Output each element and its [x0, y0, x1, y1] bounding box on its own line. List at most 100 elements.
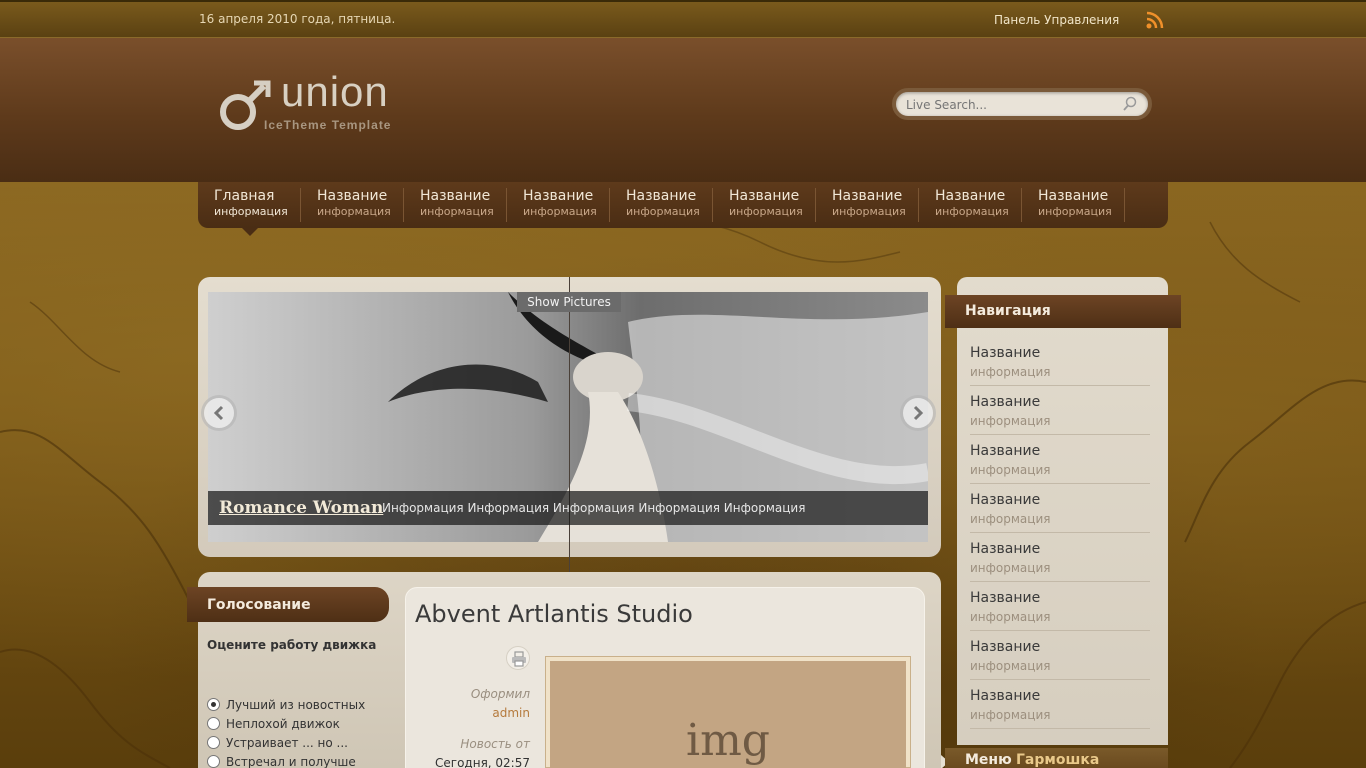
radio[interactable] — [207, 717, 220, 730]
nav-item-title: Название — [317, 188, 388, 204]
sidebar-item[interactable]: Название информация — [970, 485, 1150, 533]
sidebar-item[interactable]: Название информация — [970, 338, 1150, 386]
nav-item-sub: информация — [935, 205, 1009, 218]
nav-item-title: Название — [523, 188, 594, 204]
poll-option[interactable]: Неплохой движок — [207, 717, 340, 731]
menu-title-b: Гармошка — [1016, 752, 1100, 768]
nav-item-sub: информация — [832, 205, 906, 218]
poll-option-label: Неплохой движок — [226, 717, 340, 731]
search-icon[interactable] — [1122, 96, 1138, 112]
sidebar-item-sub: информация — [970, 561, 1051, 575]
nav-item[interactable]: Название информация — [729, 188, 816, 222]
nav-item-title: Название — [1038, 188, 1109, 204]
author-label: Оформил — [470, 687, 530, 701]
sidebar-item-sub: информация — [970, 659, 1051, 673]
active-nav-indicator — [242, 228, 258, 236]
nav-item-sub: информация — [1038, 205, 1112, 218]
radio[interactable] — [207, 736, 220, 749]
nav-item[interactable]: Название информация — [832, 188, 919, 222]
live-search — [892, 88, 1152, 120]
control-panel-link[interactable]: Панель Управления — [994, 13, 1119, 27]
poll-option[interactable]: Лучший из новостных — [207, 698, 365, 712]
sidebar-item-sub: информация — [970, 708, 1051, 722]
show-pictures-button[interactable]: Show Pictures — [517, 292, 621, 312]
sidebar-item-title: Название — [970, 590, 1041, 606]
nav-item-sub: информация — [214, 205, 288, 218]
sidebar-item-sub: информация — [970, 512, 1051, 526]
date-label: Новость от — [460, 737, 530, 751]
sidebar-title: Навигация — [965, 303, 1051, 319]
logo-subtitle: IceTheme Template — [264, 118, 392, 132]
poll-option-label: Устраивает ... но ... — [226, 736, 348, 750]
poll-title: Голосование — [207, 597, 311, 613]
nav-item[interactable]: Название информация — [626, 188, 713, 222]
poll-question: Оцените работу движка — [207, 638, 377, 652]
nav-item-title: Главная — [214, 188, 275, 204]
sidebar-item-sub: информация — [970, 463, 1051, 477]
logo-text[interactable]: union — [281, 68, 389, 116]
nav-item[interactable]: Название информация — [420, 188, 507, 222]
poll-option[interactable]: Встречал и получше — [207, 755, 356, 768]
sidebar-item-title: Название — [970, 345, 1041, 361]
sidebar-item[interactable]: Название информация — [970, 583, 1150, 631]
poll-option[interactable]: Устраивает ... но ... — [207, 736, 348, 750]
sidebar-item[interactable]: Название информация — [970, 534, 1150, 582]
sidebar-item-title: Название — [970, 394, 1041, 410]
poll-header: Голосование — [187, 587, 389, 622]
nav-item-title: Название — [832, 188, 903, 204]
nav-item-home[interactable]: Главная информация — [214, 188, 301, 222]
article-date: Сегодня, 02:57 — [435, 756, 530, 768]
sidebar-item[interactable]: Название информация — [970, 387, 1150, 435]
nav-item-sub: информация — [626, 205, 700, 218]
sidebar-item-sub: информация — [970, 365, 1051, 379]
nav-item-sub: информация — [317, 205, 391, 218]
sidebar-item-title: Название — [970, 541, 1041, 557]
sidebar-item-title: Название — [970, 639, 1041, 655]
nav-item-title: Название — [729, 188, 800, 204]
slide-description: Информация Информация Информация Информа… — [382, 501, 806, 515]
divider-line — [569, 277, 570, 589]
nav-item-sub: информация — [420, 205, 494, 218]
sidebar-item-sub: информация — [970, 414, 1051, 428]
nav-item-sub: информация — [729, 205, 803, 218]
sidebar-item-sub: информация — [970, 610, 1051, 624]
sidebar-header: Навигация — [945, 295, 1181, 328]
current-date: 16 апреля 2010 года, пятница. — [199, 12, 396, 26]
slide-next-button[interactable] — [903, 398, 933, 428]
nav-item-sub: информация — [523, 205, 597, 218]
image-placeholder-label: img — [686, 715, 770, 766]
nav-item[interactable]: Название информация — [523, 188, 610, 222]
author-link[interactable]: admin — [390, 706, 530, 720]
nav-item[interactable]: Название информация — [317, 188, 404, 222]
slide-title[interactable]: Romance Woman — [219, 498, 383, 518]
chevron-right-icon — [913, 405, 924, 421]
nav-item[interactable]: Название информация — [1038, 188, 1125, 222]
sidebar-item[interactable]: Название информация — [970, 681, 1150, 729]
nav-item-title: Название — [420, 188, 491, 204]
chevron-left-icon — [213, 405, 224, 421]
site-header — [0, 38, 1366, 182]
accordion-menu-header[interactable]: Меню Гармошка — [945, 748, 1168, 768]
poll-option-label: Лучший из новостных — [226, 698, 366, 712]
print-button[interactable] — [506, 646, 530, 670]
sidebar-item[interactable]: Название информация — [970, 632, 1150, 680]
top-bar: 16 апреля 2010 года, пятница. Панель Упр… — [0, 0, 1366, 38]
slide-prev-button[interactable] — [204, 398, 234, 428]
radio[interactable] — [207, 755, 220, 768]
sidebar-item-title: Название — [970, 443, 1041, 459]
nav-item-title: Название — [935, 188, 1006, 204]
nav-item-title: Название — [626, 188, 697, 204]
article-image: img — [545, 656, 911, 768]
sidebar-item-title: Название — [970, 492, 1041, 508]
nav-item[interactable]: Название информация — [935, 188, 1022, 222]
sidebar-item-title: Название — [970, 688, 1041, 704]
article-title[interactable]: Abvent Artlantis Studio — [415, 600, 693, 628]
search-input[interactable] — [906, 96, 1116, 114]
radio-selected[interactable] — [207, 698, 220, 711]
rss-icon[interactable] — [1146, 11, 1164, 29]
poll-option-label: Встречал и получше — [226, 755, 356, 768]
sidebar-item[interactable]: Название информация — [970, 436, 1150, 484]
slide-caption: Romance Woman Информация Информация Инфо… — [208, 491, 928, 525]
main-nav: Главная информация Название информация Н… — [198, 182, 1168, 228]
menu-title-a: Меню — [965, 752, 1012, 768]
